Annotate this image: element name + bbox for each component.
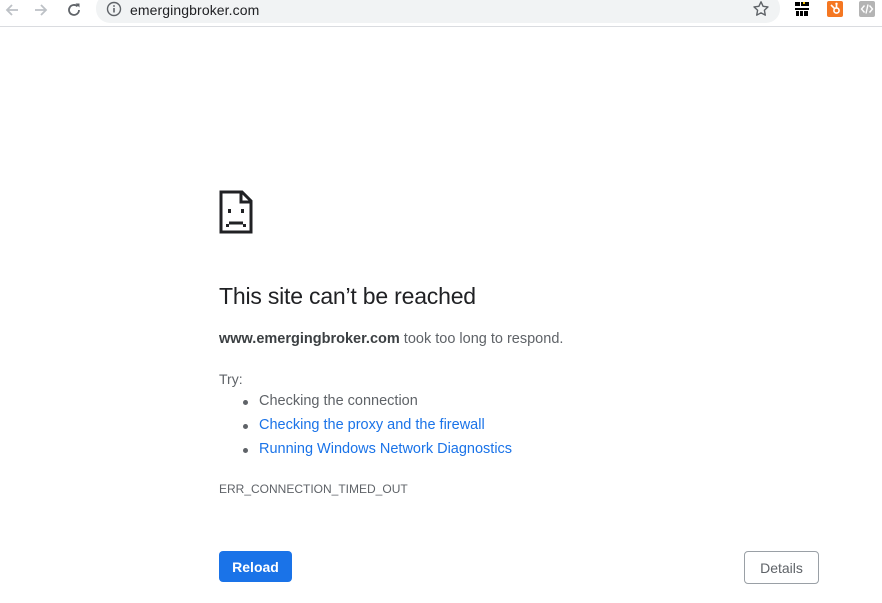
code-ext-glyph (860, 4, 874, 14)
forward-button[interactable] (30, 0, 52, 20)
code-ext-icon[interactable] (859, 1, 875, 17)
suggestion-list: Checking the connection Checking the pro… (243, 393, 512, 465)
hubspot-ext-icon[interactable] (827, 1, 843, 17)
try-label: Try: (219, 371, 243, 387)
sad-document-icon (219, 190, 253, 234)
network-diagnostics-link[interactable]: Running Windows Network Diagnostics (259, 441, 512, 457)
url-text[interactable]: emergingbroker.com (130, 2, 259, 18)
proxy-firewall-link[interactable]: Checking the proxy and the firewall (259, 417, 485, 433)
info-circle-icon[interactable] (106, 1, 122, 17)
reload-nav-button[interactable] (63, 0, 85, 20)
error-title: This site can’t be reached (219, 283, 476, 309)
arrow-left-icon (5, 4, 18, 16)
reload-button[interactable]: Reload (219, 551, 292, 582)
hubspot-ext-glyph (830, 2, 840, 14)
reload-icon (68, 3, 80, 16)
details-button[interactable]: Details (744, 551, 819, 584)
browser-toolbar: emergingbroker.com (0, 0, 882, 27)
back-button[interactable] (1, 0, 23, 20)
error-host: www.emergingbroker.com (219, 331, 400, 347)
suggestion-item: Checking the connection (243, 393, 512, 417)
arrow-right-icon (35, 4, 48, 16)
error-message: took too long to respond. (399, 331, 564, 347)
ipv6-ext-glyph (795, 2, 809, 16)
suggestion-item: Checking the proxy and the firewall (243, 417, 512, 441)
suggestion-item: Running Windows Network Diagnostics (243, 441, 512, 465)
star-icon[interactable] (752, 0, 770, 18)
suggestion-text-connection: Checking the connection (259, 393, 418, 409)
error-code: ERR_CONNECTION_TIMED_OUT (219, 482, 408, 496)
error-description: www.emergingbroker.com took too long to … (219, 331, 563, 347)
address-bar[interactable]: emergingbroker.com (96, 0, 780, 23)
ipv6-ext-icon[interactable] (794, 1, 810, 17)
